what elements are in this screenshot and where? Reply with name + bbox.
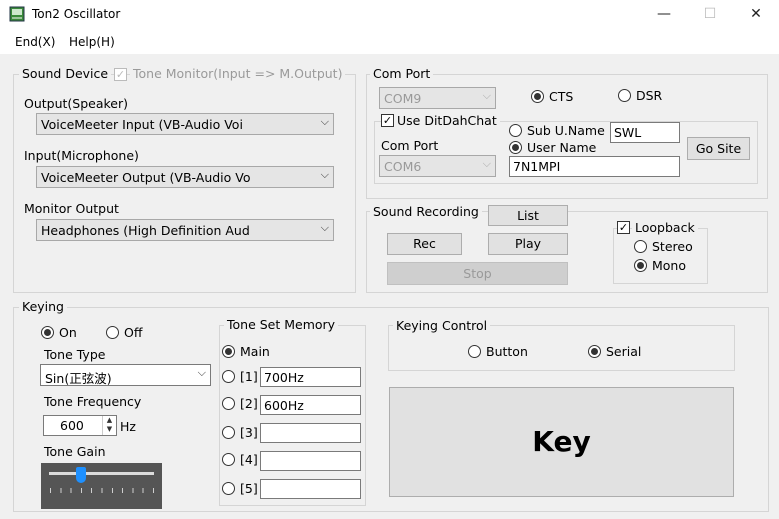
sub-uname-radio[interactable]	[509, 124, 522, 137]
keying-button-label: Button	[486, 344, 528, 359]
chevron-down-icon: ⌵	[197, 366, 206, 379]
loopback-group	[613, 228, 708, 284]
tone-type-label: Tone Type	[44, 347, 106, 362]
go-site-button[interactable]: Go Site	[687, 137, 750, 160]
slider-track	[49, 472, 154, 475]
user-name-input[interactable]: 7N1MPI	[509, 156, 680, 177]
window-title: Ton2 Oscillator	[32, 7, 121, 21]
memory-slot-2-radio[interactable]	[222, 397, 235, 410]
memory-slot-5-input[interactable]	[260, 479, 361, 499]
tone-type-select[interactable]: Sin(正弦波) ⌵	[40, 364, 211, 386]
close-button[interactable]: ✕	[733, 0, 779, 30]
sub-uname-label: Sub U.Name	[527, 123, 605, 138]
ditdahchat-label: Use DitDahChat	[394, 113, 500, 128]
mono-radio[interactable]	[634, 259, 647, 272]
user-name-label: User Name	[527, 140, 597, 155]
keying-control-legend: Keying Control	[393, 318, 491, 333]
chevron-down-icon: ⌵	[320, 168, 329, 181]
monitor-output-select[interactable]: Headphones (High Definition Aud ⌵	[36, 219, 334, 241]
memory-main-radio[interactable]	[222, 345, 235, 358]
keying-off-radio[interactable]	[106, 326, 119, 339]
chevron-down-icon: ⌵	[320, 115, 329, 128]
minimize-button[interactable]: —	[641, 0, 687, 30]
memory-slot-3-label: [3]	[240, 425, 258, 440]
memory-slot-4-input[interactable]	[260, 451, 361, 471]
tone-gain-slider[interactable]	[41, 463, 162, 509]
loopback-label: Loopback	[632, 220, 698, 235]
menu-bar	[0, 30, 779, 54]
play-button[interactable]: Play	[488, 233, 568, 255]
keying-serial-radio[interactable]	[588, 345, 601, 358]
sound-device-legend: Sound Device	[19, 66, 112, 81]
output-label: Output(Speaker)	[24, 96, 129, 111]
dsr-label: DSR	[636, 88, 663, 103]
loopback-checkbox[interactable]: ✓	[617, 221, 630, 234]
tone-frequency-stepper[interactable]: 600 ▲ ▼	[43, 415, 117, 436]
cts-label: CTS	[549, 89, 574, 104]
keying-legend: Keying	[19, 299, 67, 314]
chevron-down-icon: ⌵	[320, 221, 329, 234]
menu-end[interactable]: End(X)	[15, 35, 55, 49]
slider-ticks	[50, 488, 154, 493]
cts-radio[interactable]	[531, 90, 544, 103]
tone-gain-label: Tone Gain	[44, 444, 106, 459]
com-port-select[interactable]: COM9 ⌵	[379, 87, 496, 109]
keying-on-radio[interactable]	[41, 326, 54, 339]
memory-slot-4-radio[interactable]	[222, 453, 235, 466]
keying-serial-label: Serial	[606, 344, 642, 359]
dsr-radio[interactable]	[618, 89, 631, 102]
memory-slot-1-radio[interactable]	[222, 370, 235, 383]
memory-slot-4-label: [4]	[240, 452, 258, 467]
memory-main-label: Main	[240, 344, 270, 359]
rec-button[interactable]: Rec	[387, 233, 462, 255]
keying-off-label: Off	[124, 325, 143, 340]
mono-label: Mono	[652, 258, 687, 273]
stepper-arrows-icon[interactable]: ▲ ▼	[102, 416, 116, 435]
tone-frequency-label: Tone Frequency	[44, 394, 142, 409]
memory-slot-2-input[interactable]: 600Hz	[260, 395, 361, 415]
stereo-label: Stereo	[652, 239, 693, 254]
memory-slot-3-radio[interactable]	[222, 426, 235, 439]
input-device-select[interactable]: VoiceMeeter Output (VB-Audio Vo ⌵	[36, 166, 334, 188]
tone-monitor-label: Tone Monitor(Input => M.Output)	[130, 66, 346, 81]
chevron-down-icon: ⌵	[482, 89, 491, 102]
com-port-legend: Com Port	[370, 66, 434, 81]
ditdahchat-checkbox[interactable]: ✓	[381, 114, 394, 127]
tone-monitor-checkbox[interactable]: ✓	[114, 68, 127, 81]
memory-slot-2-label: [2]	[240, 396, 258, 411]
list-button[interactable]: List	[488, 205, 568, 226]
app-icon	[9, 6, 25, 22]
key-button[interactable]: Key	[389, 387, 734, 497]
user-name-radio[interactable]	[509, 141, 522, 154]
tone-set-memory-legend: Tone Set Memory	[224, 317, 339, 332]
memory-slot-5-label: [5]	[240, 481, 258, 496]
memory-slot-1-label: [1]	[240, 369, 258, 384]
keying-button-radio[interactable]	[468, 345, 481, 358]
slider-thumb[interactable]	[75, 467, 86, 483]
sub-uname-input[interactable]: SWL	[610, 122, 680, 143]
monitor-output-label: Monitor Output	[24, 201, 119, 216]
tone-frequency-unit: Hz	[120, 419, 136, 434]
stop-button[interactable]: Stop	[387, 262, 568, 285]
inner-com-port-label: Com Port	[381, 138, 439, 153]
menu-help[interactable]: Help(H)	[69, 35, 115, 49]
sound-recording-legend: Sound Recording	[370, 204, 482, 219]
memory-slot-3-input[interactable]	[260, 423, 361, 443]
memory-slot-1-input[interactable]: 700Hz	[260, 367, 361, 387]
chevron-down-icon: ⌵	[482, 157, 491, 170]
output-device-select[interactable]: VoiceMeeter Input (VB-Audio Voi ⌵	[36, 113, 334, 135]
input-label: Input(Microphone)	[24, 148, 139, 163]
keying-on-label: On	[59, 325, 77, 340]
maximize-button[interactable]: ☐	[687, 0, 733, 30]
memory-slot-5-radio[interactable]	[222, 482, 235, 495]
inner-com-port-select[interactable]: COM6 ⌵	[379, 155, 496, 177]
stereo-radio[interactable]	[634, 240, 647, 253]
